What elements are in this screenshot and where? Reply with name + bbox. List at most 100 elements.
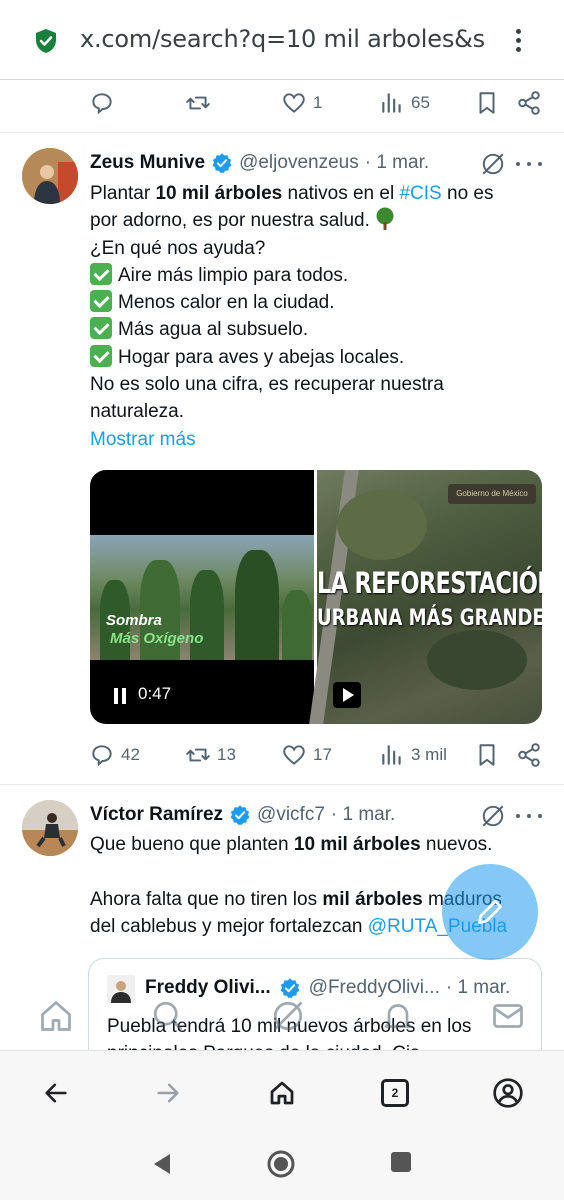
retweet-button[interactable]	[185, 83, 211, 123]
text-span: nuevos.	[420, 834, 493, 855]
tweet-line: Mostrar más	[90, 426, 540, 453]
video-logo: Gobierno de México	[448, 484, 536, 504]
share-button[interactable]	[516, 735, 542, 775]
video-headline: LA REFORESTACIÓN	[317, 566, 542, 600]
avatar-person-icon	[22, 800, 78, 856]
divider	[0, 132, 564, 133]
text-span: No es solo una cifra, es recuperar nuest…	[90, 374, 444, 396]
account-button[interactable]	[490, 1075, 526, 1111]
forward-button[interactable]	[150, 1075, 186, 1111]
check-mark-icon	[90, 317, 112, 340]
text-span: Que bueno que planten	[90, 834, 294, 855]
bookmark-icon	[479, 744, 495, 766]
reply-button[interactable]	[89, 83, 115, 123]
text-span: naturaleza.	[90, 401, 185, 423]
avatar[interactable]	[22, 148, 78, 204]
text-span: por adorno, es por nuestra salud.	[90, 210, 370, 232]
avatar[interactable]	[22, 800, 78, 856]
video-caption: Más Oxígeno	[110, 630, 204, 647]
heart-icon	[283, 93, 305, 113]
arrow-left-icon	[45, 1083, 67, 1103]
back-button[interactable]	[38, 1075, 74, 1111]
security-shield-icon[interactable]	[34, 28, 58, 54]
text-span: Plantar	[90, 183, 156, 204]
share-button[interactable]	[516, 83, 542, 123]
like-button[interactable]: 1	[281, 83, 322, 123]
system-nav-bar	[0, 1134, 564, 1200]
tweet-line: ¿En qué nos ayuda?	[90, 235, 540, 262]
bookmark-button[interactable]	[474, 735, 500, 775]
tree-icon	[376, 207, 394, 231]
search-icon[interactable]	[150, 998, 186, 1034]
like-count: 17	[313, 745, 332, 764]
compose-button[interactable]	[442, 864, 538, 960]
share-icon	[518, 743, 540, 767]
like-count: 1	[313, 93, 323, 112]
tweet-actions: 42 13 17 3 mil	[0, 735, 564, 775]
tweet-header: Víctor Ramírez @vicfc7 · 1 mar.	[90, 801, 395, 829]
reply-icon	[92, 93, 112, 115]
avatar-person-icon	[22, 148, 78, 204]
inline-link[interactable]: #CIS	[399, 183, 441, 204]
tweet-line: Hogar para aves y abejas locales.	[90, 344, 540, 371]
home-icon[interactable]	[38, 998, 74, 1034]
browser-menu-icon[interactable]	[508, 26, 528, 56]
share-icon	[518, 91, 540, 115]
tweet-line: Plantar 10 mil árboles nativos en el #CI…	[90, 180, 540, 207]
text-span: no es	[441, 183, 494, 204]
system-home-icon[interactable]	[266, 1149, 296, 1179]
retweet-icon	[186, 748, 210, 762]
tweet-date[interactable]: · 1 mar.	[365, 152, 429, 174]
verified-badge-icon	[230, 805, 250, 826]
views-icon	[382, 93, 401, 113]
system-recents-icon[interactable]	[390, 1151, 412, 1173]
browser-toolbar: 2	[0, 1050, 564, 1134]
text-span: Hogar para aves y abejas locales.	[118, 346, 405, 368]
check-mark-icon	[90, 290, 112, 313]
bookmark-icon	[479, 92, 495, 114]
views-button[interactable]: 65	[379, 83, 430, 123]
url-field[interactable]: x.com/search?q=10 mil arboles&src=	[80, 25, 485, 53]
more-options-icon[interactable]	[516, 151, 542, 177]
tweet-line: Que bueno que planten 10 mil árboles nue…	[90, 831, 550, 858]
arrow-right-icon	[157, 1083, 179, 1103]
notifications-icon[interactable]	[380, 998, 416, 1034]
author-name[interactable]: Víctor Ramírez	[90, 804, 223, 826]
grok-icon[interactable]	[480, 803, 506, 829]
text-span: ¿En qué nos ayuda?	[90, 237, 266, 259]
grok-icon[interactable]	[270, 998, 306, 1034]
pause-icon[interactable]	[114, 688, 126, 704]
inline-link[interactable]: Mostrar más	[90, 429, 196, 450]
system-back-icon[interactable]	[150, 1151, 174, 1177]
tweet-line: No es solo una cifra, es recuperar nuest…	[90, 371, 540, 398]
compose-icon	[478, 900, 502, 924]
bold-text: mil árboles	[322, 888, 423, 910]
play-icon[interactable]	[333, 682, 361, 708]
tweet-date[interactable]: · 1 mar.	[331, 804, 395, 826]
home-button[interactable]	[264, 1075, 300, 1111]
bookmark-button[interactable]	[474, 83, 500, 123]
author-handle[interactable]: @vicfc7	[257, 804, 325, 826]
text-span: Más agua al subsuelo.	[118, 319, 309, 341]
views-count: 65	[411, 93, 430, 112]
text-span: nativos en el	[282, 183, 400, 204]
more-options-icon[interactable]	[516, 803, 542, 829]
tweet-line: Más agua al subsuelo.	[90, 316, 540, 343]
video-caption: Sombra	[106, 612, 162, 629]
video-player[interactable]: Gobierno de México LA REFORESTACIÓN URBA…	[309, 470, 542, 724]
tweet-line: naturaleza.	[90, 398, 540, 425]
text-span: Menos calor en la ciudad.	[118, 292, 335, 314]
retweet-button[interactable]: 13	[185, 735, 236, 775]
video-player[interactable]: Sombra Más Oxígeno 0:47	[90, 470, 314, 724]
reply-button[interactable]: 42	[89, 735, 140, 775]
like-button[interactable]: 17	[281, 735, 332, 775]
grok-icon[interactable]	[480, 151, 506, 177]
author-name[interactable]: Zeus Munive	[90, 152, 205, 174]
text-span: Aire más limpio para todos.	[118, 264, 349, 286]
messages-icon[interactable]	[490, 998, 526, 1034]
author-handle[interactable]: @eljovenzeus	[239, 152, 359, 174]
tab-switcher-button[interactable]: 2	[377, 1075, 413, 1111]
tweet-line: Menos calor en la ciudad.	[90, 289, 540, 316]
retweet-count: 13	[217, 745, 236, 764]
views-button[interactable]: 3 mil	[379, 735, 447, 775]
